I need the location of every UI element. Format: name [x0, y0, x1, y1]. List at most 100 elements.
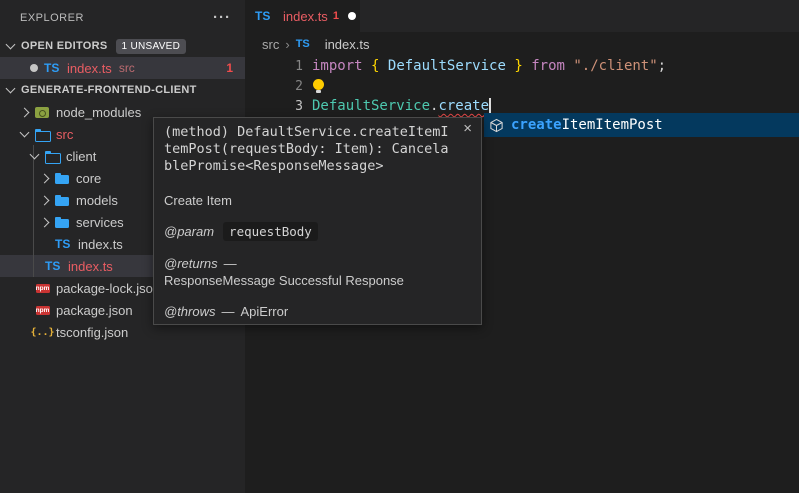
modified-dot-icon[interactable]	[348, 12, 356, 20]
suggest-match-text: create	[511, 117, 562, 133]
tree-item-label: client	[66, 149, 96, 164]
chevron-down-icon	[6, 40, 16, 50]
chevron-down-icon	[6, 84, 16, 94]
tree-item-label: node_modules	[56, 105, 141, 120]
chevron-right-icon	[40, 195, 50, 205]
code-token: from	[531, 58, 565, 74]
workspace-section-header[interactable]: GENERATE-FRONTEND-CLIENT	[0, 79, 245, 101]
explorer-title-bar: EXPLORER ···	[0, 0, 245, 35]
ts-icon	[45, 259, 62, 274]
tree-item-label: package.json	[56, 303, 133, 318]
breadcrumb-file[interactable]: index.ts	[325, 37, 370, 52]
workspace-label: GENERATE-FRONTEND-CLIENT	[21, 84, 197, 96]
tree-item-label: models	[76, 193, 118, 208]
chevron-spacer	[21, 285, 28, 292]
error-count-badge: 1	[226, 61, 233, 75]
returns-tag-label: @returns	[164, 255, 218, 272]
suggest-item[interactable]: createItemItemPost	[484, 113, 799, 137]
param-tag-value: requestBody	[223, 222, 318, 241]
open-editor-item[interactable]: index.ts src 1	[0, 57, 245, 79]
code-token: import	[312, 58, 363, 74]
code-line[interactable]: 1 import { DefaultService } from "./clien…	[245, 56, 799, 76]
param-tag-label: @param	[164, 223, 214, 240]
suggest-rest-text: ItemItemPost	[562, 117, 663, 133]
open-editors-section-header[interactable]: OPEN EDITORS 1 UNSAVED	[0, 35, 245, 57]
chevron-spacer	[21, 329, 28, 336]
more-actions-icon[interactable]: ···	[213, 13, 231, 23]
line-number: 2	[245, 79, 303, 94]
ts-icon	[55, 237, 72, 252]
hover-popup: (method) DefaultService.createItemItemPo…	[153, 117, 482, 325]
open-editor-description: src	[119, 61, 135, 75]
chevron-spacer	[21, 307, 28, 314]
tab-bar: index.ts 1	[245, 0, 799, 32]
modified-dot-icon	[30, 64, 38, 72]
throws-tag-value: ApiError	[241, 303, 289, 320]
hover-description: Create Item	[164, 193, 471, 208]
chevron-right-icon	[20, 107, 30, 117]
code-token	[523, 58, 531, 74]
code-token: {	[371, 58, 379, 74]
chevron-right-icon	[40, 173, 50, 183]
line-content: import { DefaultService } from "./client…	[312, 58, 666, 74]
npm-icon	[35, 303, 50, 318]
unsaved-badge: 1 UNSAVED	[116, 39, 187, 54]
throws-tag-row: @throws — ApiError	[164, 303, 471, 320]
breadcrumb-separator: ›	[285, 37, 289, 52]
folder-open-icon	[45, 149, 60, 164]
returns-tag-row: @returns—ResponseMessage Successful Resp…	[164, 255, 471, 289]
code-token: "./client"	[573, 58, 657, 74]
typescript-file-icon	[44, 61, 61, 76]
text-cursor	[489, 98, 491, 115]
throws-tag-label: @throws	[164, 303, 216, 320]
param-tag-row: @param requestBody	[164, 222, 471, 241]
open-editors-label: OPEN EDITORS	[21, 40, 108, 52]
tree-item-label: services	[76, 215, 124, 230]
typescript-file-icon	[255, 9, 272, 24]
code-token	[363, 58, 371, 74]
indent-guide	[33, 145, 34, 277]
signature-line: (method) DefaultService.createItemI	[164, 124, 471, 141]
dash-separator: —	[222, 303, 235, 320]
suggest-widget: createItemItemPost	[484, 113, 799, 137]
code-token	[506, 58, 514, 74]
dash-separator: —	[224, 255, 237, 272]
code-token: }	[514, 58, 522, 74]
folder-icon	[55, 171, 70, 186]
code-token: .	[430, 98, 438, 114]
close-icon[interactable]: ×	[463, 121, 472, 136]
line-content	[312, 78, 326, 94]
hover-signature: (method) DefaultService.createItemItemPo…	[164, 124, 471, 175]
code-token: DefaultService	[388, 58, 506, 74]
folder-icon	[55, 215, 70, 230]
signature-line: temPost(requestBody: Item): Cancela	[164, 141, 471, 158]
tree-item-label: tsconfig.json	[56, 325, 128, 340]
chevron-spacer	[41, 241, 48, 248]
typescript-file-icon	[296, 37, 313, 52]
line-number: 3	[245, 99, 303, 114]
chevron-right-icon	[40, 217, 50, 227]
breadcrumb-folder[interactable]: src	[262, 37, 279, 52]
vscode-window: EXPLORER ··· OPEN EDITORS 1 UNSAVED inde…	[0, 0, 799, 493]
code-token: create	[438, 98, 489, 114]
json-config-icon	[35, 325, 50, 340]
line-content: DefaultService.create	[312, 98, 491, 115]
chevron-down-icon	[30, 150, 40, 160]
line-number: 1	[245, 59, 303, 74]
tree-item-label: core	[76, 171, 101, 186]
tab-filename: index.ts	[283, 9, 328, 24]
code-token	[379, 58, 387, 74]
node-modules-folder-icon	[35, 105, 50, 120]
lightbulb-icon[interactable]	[312, 78, 326, 94]
breadcrumb: src › index.ts	[245, 32, 799, 56]
tab-index-ts[interactable]: index.ts 1	[245, 0, 360, 32]
code-line[interactable]: 2	[245, 76, 799, 96]
folder-icon	[55, 193, 70, 208]
code-token	[565, 58, 573, 74]
tree-item-label: package-lock.json	[56, 281, 160, 296]
code-editor[interactable]: 1 import { DefaultService } from "./clien…	[245, 56, 799, 116]
open-editor-filename: index.ts	[67, 61, 112, 76]
folder-open-icon	[35, 127, 50, 142]
explorer-title: EXPLORER	[20, 12, 84, 24]
code-token: ;	[658, 58, 666, 74]
